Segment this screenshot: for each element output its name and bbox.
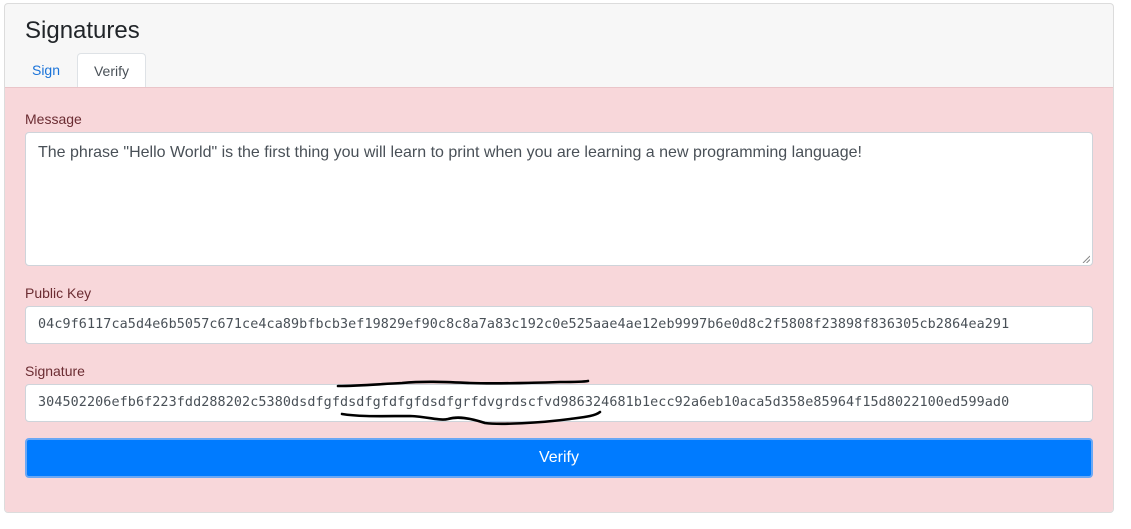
- verify-panel: Message The phrase "Hello World" is the …: [5, 87, 1113, 512]
- signature-label: Signature: [25, 363, 85, 379]
- signatures-card: Signatures Sign Verify Message The phras…: [4, 3, 1114, 513]
- message-label: Message: [25, 111, 82, 127]
- public-key-label: Public Key: [25, 285, 92, 301]
- tab-sign[interactable]: Sign: [20, 53, 72, 87]
- public-key-input[interactable]: 04c9f6117ca5d4e6b5057c671ce4ca89bfbcb3ef…: [25, 306, 1093, 344]
- message-text: The phrase "Hello World" is the first th…: [38, 144, 862, 161]
- tab-bar: Sign Verify: [5, 53, 1113, 88]
- tab-verify[interactable]: Verify: [77, 53, 146, 88]
- verify-button[interactable]: Verify: [25, 438, 1093, 478]
- message-textarea[interactable]: The phrase "Hello World" is the first th…: [25, 132, 1093, 266]
- card-title: Signatures: [25, 17, 140, 44]
- signature-input[interactable]: 304502206efb6f223fdd288202c5380dsdfgfdsd…: [25, 384, 1093, 422]
- resize-handle-icon[interactable]: [1082, 255, 1090, 263]
